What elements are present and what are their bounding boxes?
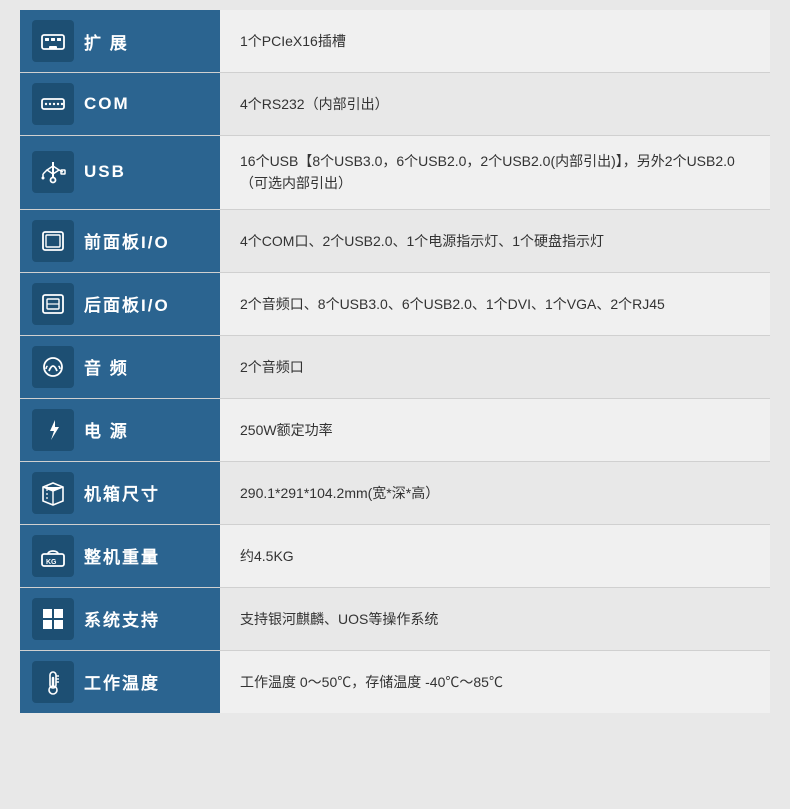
spec-row-expansion: 扩 展 1个PCIeX16插槽 — [20, 10, 770, 73]
spec-row-usb: USB 16个USB【8个USB3.0，6个USB2.0，2个USB2.0(内部引… — [20, 136, 770, 210]
label-cell-os: 系统支持 — [20, 588, 220, 650]
label-cell-rear-io: 后面板I/O — [20, 273, 220, 335]
label-cell-front-io: 前面板I/O — [20, 210, 220, 272]
label-cell-temp: 工作温度 — [20, 651, 220, 713]
spec-table: 扩 展 1个PCIeX16插槽 COM 4个RS232（内部引出） USB 16个US… — [20, 10, 770, 713]
value-cell-front-io: 4个COM口、2个USB2.0、1个电源指示灯、1个硬盘指示灯 — [220, 210, 770, 272]
value-cell-chassis: 290.1*291*104.2mm(宽*深*高） — [220, 462, 770, 524]
label-text-os: 系统支持 — [84, 606, 160, 631]
expansion-icon — [32, 20, 74, 62]
label-text-com: COM — [84, 94, 130, 114]
label-text-power: 电 源 — [84, 417, 129, 442]
value-cell-weight: 约4.5KG — [220, 525, 770, 587]
spec-row-audio: 音 频 2个音频口 — [20, 336, 770, 399]
value-cell-audio: 2个音频口 — [220, 336, 770, 398]
label-text-expansion: 扩 展 — [84, 29, 129, 54]
temp-icon — [32, 661, 74, 703]
label-cell-com: COM — [20, 73, 220, 135]
value-cell-rear-io: 2个音频口、8个USB3.0、6个USB2.0、1个DVI、1个VGA、2个RJ… — [220, 273, 770, 335]
weight-icon: KG — [32, 535, 74, 577]
usb-icon — [32, 151, 74, 193]
com-icon — [32, 83, 74, 125]
value-cell-usb: 16个USB【8个USB3.0，6个USB2.0，2个USB2.0(内部引出)】… — [220, 136, 770, 209]
svg-text:KG: KG — [46, 559, 57, 566]
label-text-rear-io: 后面板I/O — [84, 291, 170, 316]
spec-row-weight: KG 整机重量约4.5KG — [20, 525, 770, 588]
label-text-chassis: 机箱尺寸 — [84, 480, 160, 505]
label-text-weight: 整机重量 — [84, 543, 160, 568]
label-cell-usb: USB — [20, 136, 220, 209]
value-cell-com: 4个RS232（内部引出） — [220, 73, 770, 135]
label-cell-audio: 音 频 — [20, 336, 220, 398]
value-cell-expansion: 1个PCIeX16插槽 — [220, 10, 770, 72]
value-cell-os: 支持银河麒麟、UOS等操作系统 — [220, 588, 770, 650]
front-io-icon — [32, 220, 74, 262]
label-cell-power: 电 源 — [20, 399, 220, 461]
value-cell-temp: 工作温度 0～50℃，存储温度 -40℃～85℃ — [220, 651, 770, 713]
label-cell-weight: KG 整机重量 — [20, 525, 220, 587]
label-text-audio: 音 频 — [84, 354, 129, 379]
spec-row-power: 电 源 250W额定功率 — [20, 399, 770, 462]
label-text-temp: 工作温度 — [84, 669, 160, 694]
os-icon — [32, 598, 74, 640]
spec-row-temp: 工作温度 工作温度 0～50℃，存储温度 -40℃～85℃ — [20, 651, 770, 713]
rear-io-icon — [32, 283, 74, 325]
spec-row-rear-io: 后面板I/O 2个音频口、8个USB3.0、6个USB2.0、1个DVI、1个VG… — [20, 273, 770, 336]
chassis-icon — [32, 472, 74, 514]
spec-row-front-io: 前面板I/O 4个COM口、2个USB2.0、1个电源指示灯、1个硬盘指示灯 — [20, 210, 770, 273]
label-text-usb: USB — [84, 162, 126, 182]
power-icon — [32, 409, 74, 451]
value-cell-power: 250W额定功率 — [220, 399, 770, 461]
label-cell-expansion: 扩 展 — [20, 10, 220, 72]
spec-row-os: 系统支持 支持银河麒麟、UOS等操作系统 — [20, 588, 770, 651]
spec-row-com: COM 4个RS232（内部引出） — [20, 73, 770, 136]
label-text-front-io: 前面板I/O — [84, 228, 170, 253]
spec-row-chassis: 机箱尺寸 290.1*291*104.2mm(宽*深*高） — [20, 462, 770, 525]
label-cell-chassis: 机箱尺寸 — [20, 462, 220, 524]
audio-icon — [32, 346, 74, 388]
